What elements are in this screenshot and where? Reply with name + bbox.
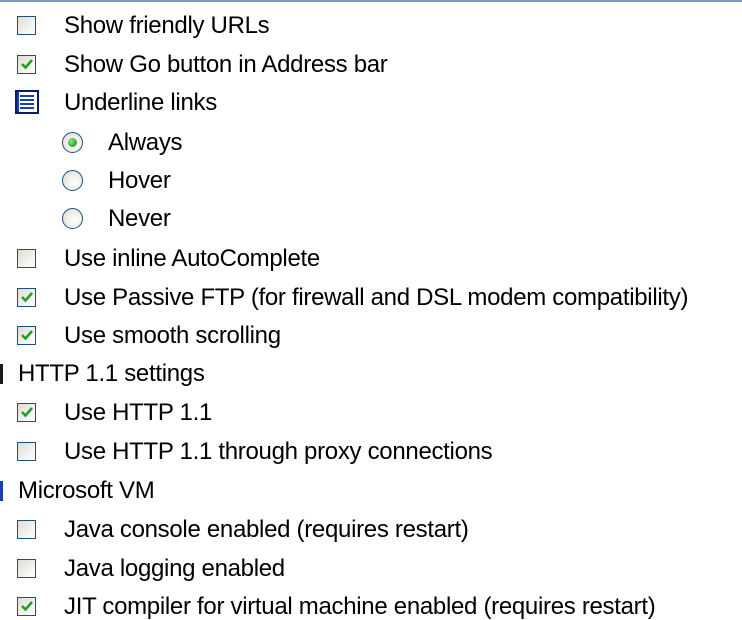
underline-never-label: Never [108, 205, 171, 232]
http11-proxy-checkbox[interactable] [17, 442, 36, 461]
check-mark-icon [21, 407, 33, 418]
smooth-scrolling-checkbox[interactable] [17, 326, 36, 345]
setting-smooth-scrolling[interactable]: Use smooth scrolling [0, 317, 742, 355]
underline-always-radio[interactable] [62, 132, 83, 153]
group-underline-links: Underline links [0, 84, 742, 122]
show-go-button-checkbox[interactable] [17, 55, 36, 74]
show-friendly-urls-checkbox[interactable] [17, 16, 36, 35]
check-mark-icon [21, 292, 33, 303]
use-http11-checkbox[interactable] [17, 403, 36, 422]
inline-autocomplete-label: Use inline AutoComplete [64, 245, 320, 272]
check-mark-icon [21, 59, 33, 70]
setting-show-friendly-urls[interactable]: Show friendly URLs [0, 7, 742, 45]
underline-hover-radio[interactable] [62, 170, 83, 191]
underline-always-label: Always [108, 129, 183, 156]
setting-jit-compiler[interactable]: JIT compiler for virtual machine enabled… [0, 588, 742, 620]
show-go-button-label: Show Go button in Address bar [64, 51, 388, 78]
group-microsoft-vm: Microsoft VM [0, 472, 742, 510]
http-settings-label: HTTP 1.1 settings [18, 360, 205, 387]
underline-links-label: Underline links [64, 89, 217, 116]
smooth-scrolling-label: Use smooth scrolling [64, 322, 281, 349]
passive-ftp-checkbox[interactable] [17, 288, 36, 307]
passive-ftp-label: Use Passive FTP (for firewall and DSL mo… [64, 284, 689, 311]
settings-group-icon [0, 364, 3, 384]
group-http-settings: HTTP 1.1 settings [0, 355, 742, 393]
java-console-label: Java console enabled (requires restart) [64, 516, 469, 543]
option-underline-always[interactable]: Always [0, 124, 742, 162]
settings-group-icon [15, 90, 39, 114]
option-underline-hover[interactable]: Hover [0, 162, 742, 200]
check-mark-icon [21, 330, 33, 341]
radio-dot-icon [68, 138, 77, 147]
http11-proxy-label: Use HTTP 1.1 through proxy connections [64, 438, 493, 465]
advanced-settings-tree: Show friendly URLs Show Go button in Add… [0, 0, 742, 620]
show-friendly-urls-label: Show friendly URLs [64, 12, 270, 39]
microsoft-vm-label: Microsoft VM [18, 477, 155, 504]
jit-compiler-checkbox[interactable] [17, 597, 36, 616]
setting-java-console[interactable]: Java console enabled (requires restart) [0, 511, 742, 549]
check-mark-icon [21, 601, 33, 612]
use-http11-label: Use HTTP 1.1 [64, 399, 213, 426]
setting-use-http11[interactable]: Use HTTP 1.1 [0, 394, 742, 432]
option-underline-never[interactable]: Never [0, 200, 742, 238]
underline-hover-label: Hover [108, 167, 171, 194]
java-logging-label: Java logging enabled [64, 555, 285, 582]
jit-compiler-label: JIT compiler for virtual machine enabled… [64, 593, 656, 620]
setting-show-go-button[interactable]: Show Go button in Address bar [0, 46, 742, 84]
setting-passive-ftp[interactable]: Use Passive FTP (for firewall and DSL mo… [0, 279, 742, 317]
setting-inline-autocomplete[interactable]: Use inline AutoComplete [0, 240, 742, 278]
java-logging-checkbox[interactable] [17, 559, 36, 578]
setting-java-logging[interactable]: Java logging enabled [0, 550, 742, 588]
settings-group-icon [0, 481, 3, 501]
underline-never-radio[interactable] [62, 208, 83, 229]
setting-http11-proxy[interactable]: Use HTTP 1.1 through proxy connections [0, 433, 742, 471]
java-console-checkbox[interactable] [17, 520, 36, 539]
inline-autocomplete-checkbox[interactable] [17, 249, 36, 268]
